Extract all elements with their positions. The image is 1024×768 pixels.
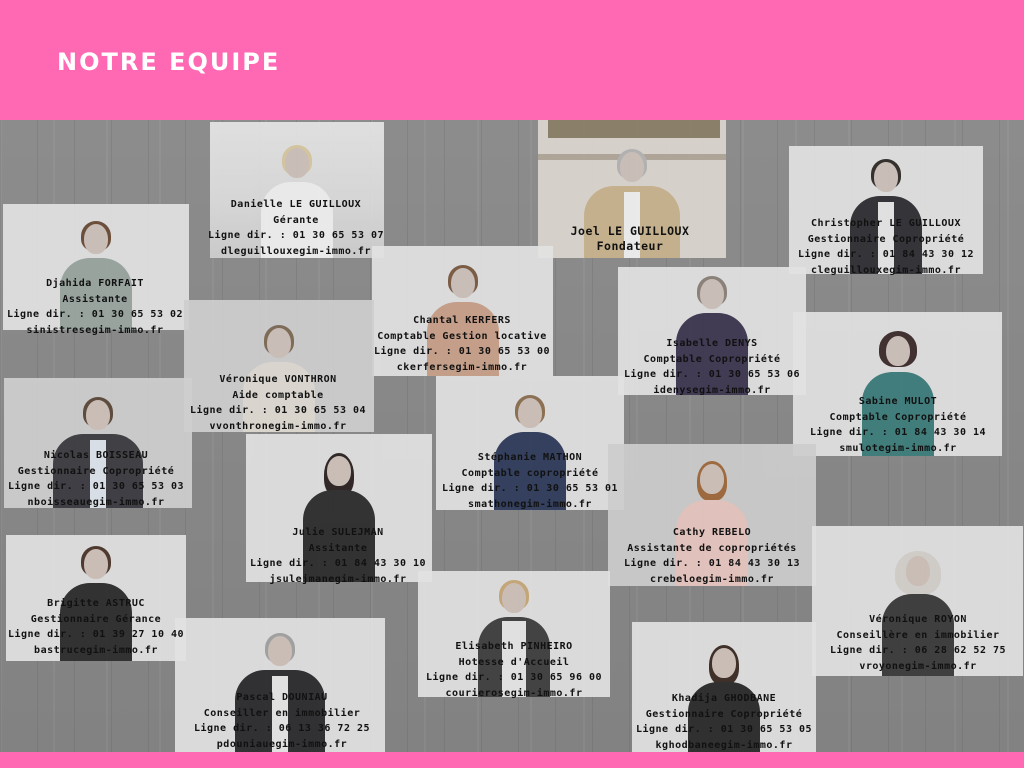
member-caption: Danielle LE GUILLOUX Gérante Ligne dir. … <box>208 197 384 259</box>
member-caption: Véronique ROYON Conseillère en immobilie… <box>830 612 1006 674</box>
member-name: Sabine MULOT <box>858 396 938 407</box>
member-name: Elisabeth PINHEIRO <box>455 641 573 652</box>
member-name: Christopher LE GUILLOUX <box>811 218 961 229</box>
member-caption: Djahida FORFAIT Assistante Ligne dir. : … <box>7 276 183 338</box>
member-caption: Véronique VONTHRON Aide comptable Ligne … <box>190 372 366 434</box>
member-name: Isabelle DENYS <box>666 338 758 349</box>
member-phone: Ligne dir. : 01 84 43 30 13 <box>623 558 801 569</box>
member-caption: Chantal KERFERS Comptable Gestion locati… <box>374 313 550 375</box>
member-caption: Isabelle DENYS Comptable Copropriété Lig… <box>624 336 800 398</box>
member-caption: Stéphanie MATHON Comptable copropriété L… <box>442 450 618 512</box>
member-phone: Ligne dir. : 01 84 43 30 12 <box>797 249 975 260</box>
member-role: Fondateur <box>596 239 664 253</box>
member-role: Assistante <box>62 293 128 305</box>
member-name: Brigitte ASTRUC <box>47 598 145 609</box>
member-role: Comptable Gestion locative <box>377 330 547 342</box>
member-email: kghodbaneegim-immo.fr <box>655 739 793 751</box>
member-phone: Ligne dir. : 01 30 65 53 03 <box>7 481 185 492</box>
member-email: bastrucegim-immo.fr <box>34 644 158 656</box>
member-caption: Elisabeth PINHEIRO Hotesse d'Accueil Lig… <box>426 639 602 701</box>
member-name: Véronique VONTHRON <box>219 374 337 385</box>
footer-bar <box>0 752 1024 768</box>
member-email: vvonthronegim-immo.fr <box>209 420 347 432</box>
member-name: Joel LE GUILLOUX <box>570 224 690 238</box>
member-email: vroyonegim-immo.fr <box>859 660 977 672</box>
member-email: ckerfersegim-immo.fr <box>396 361 528 373</box>
member-caption: Pascal DOUNIAU Conseiller en immobilier … <box>194 690 370 752</box>
member-role: Comptable Copropriété <box>643 353 781 365</box>
member-phone: Ligne dir. : 01 30 65 53 05 <box>635 724 813 735</box>
member-email: dleguillouxegim-immo.fr <box>221 245 371 257</box>
member-role: Gérante <box>273 214 319 226</box>
member-email: sinistresegim-immo.fr <box>26 324 164 336</box>
member-phone: Ligne dir. : 01 30 65 53 07 <box>207 230 385 241</box>
page-title: NOTRE EQUIPE <box>57 48 281 76</box>
member-name: Chantal KERFERS <box>413 315 511 326</box>
member-phone: Ligne dir. : 01 39 27 10 40 <box>7 629 185 640</box>
member-name: Véronique ROYON <box>869 614 967 625</box>
member-phone: Ligne dir. : 01 30 65 53 02 <box>6 309 184 320</box>
member-role: Aide comptable <box>232 389 324 401</box>
member-name: Khadija GHODBANE <box>671 693 777 704</box>
member-role: Conseillère en immobilier <box>836 629 1000 641</box>
member-phone: Ligne dir. : 06 28 62 52 75 <box>829 645 1007 656</box>
member-email: courierosegim-immo.fr <box>445 687 583 699</box>
member-email: idenysegim-immo.fr <box>653 384 771 396</box>
team-board: Danielle LE GUILLOUX Gérante Ligne dir. … <box>0 120 1024 752</box>
member-phone: Ligne dir. : 01 30 65 96 00 <box>425 672 603 683</box>
member-email: smathonegim-immo.fr <box>468 498 592 510</box>
header-banner: NOTRE EQUIPE <box>0 0 1024 120</box>
member-role: Gestionnaire Gérance <box>30 613 162 625</box>
member-phone: Ligne dir. : 01 30 65 53 06 <box>623 369 801 380</box>
member-email: pdouniauegim-immo.fr <box>216 738 348 750</box>
member-caption: Christopher LE GUILLOUX Gestionnaire Cop… <box>798 216 974 278</box>
member-caption: Khadija GHODBANE Gestionnaire Copropriét… <box>636 691 812 752</box>
member-caption: Julie SULEJMAN Assitante Ligne dir. : 01… <box>250 525 426 587</box>
member-role: Assistante de copropriétés <box>627 542 797 554</box>
member-phone: Ligne dir. : 01 30 65 53 00 <box>373 346 551 357</box>
member-caption: Brigitte ASTRUC Gestionnaire Gérance Lig… <box>8 596 184 658</box>
member-name: Djahida FORFAIT <box>46 278 144 289</box>
member-phone: Ligne dir. : 01 84 43 30 14 <box>809 427 987 438</box>
member-email: cleguillouxegim-immo.fr <box>811 264 961 276</box>
member-role: Gestionnaire Copropriété <box>645 708 803 720</box>
member-role: Conseiller en immobilier <box>203 707 361 719</box>
member-email: crebeloegim-immo.fr <box>650 573 774 585</box>
member-email: jsulejmanegim-immo.fr <box>269 573 407 585</box>
member-caption: Joel LE GUILLOUX Fondateur <box>571 224 690 254</box>
member-name: Danielle LE GUILLOUX <box>230 199 362 210</box>
member-name: Stéphanie MATHON <box>477 452 583 463</box>
member-name: Pascal DOUNIAU <box>236 692 328 703</box>
member-phone: Ligne dir. : 01 84 43 30 10 <box>249 558 427 569</box>
member-role: Hotesse d'Accueil <box>458 656 570 668</box>
member-name: Cathy REBELO <box>672 527 752 538</box>
member-phone: Ligne dir. : 06 13 36 72 25 <box>193 723 371 734</box>
member-role: Comptable copropriété <box>461 467 599 479</box>
member-name: Nicolas BOISSEAU <box>43 450 149 461</box>
member-role: Gestionnaire Copropriété <box>17 465 175 477</box>
member-caption: Sabine MULOT Comptable Copropriété Ligne… <box>810 394 986 456</box>
member-role: Assitante <box>308 542 368 554</box>
member-role: Comptable Copropriété <box>829 411 967 423</box>
member-phone: Ligne dir. : 01 30 65 53 01 <box>441 483 619 494</box>
member-caption: Cathy REBELO Assistante de copropriétés … <box>624 525 800 587</box>
member-role: Gestionnaire Copropriété <box>807 233 965 245</box>
member-phone: Ligne dir. : 01 30 65 53 04 <box>189 405 367 416</box>
member-email: nboisseauegim-immo.fr <box>27 496 165 508</box>
member-email: smulotegim-immo.fr <box>839 442 957 454</box>
member-name: Julie SULEJMAN <box>292 527 384 538</box>
member-caption: Nicolas BOISSEAU Gestionnaire Copropriét… <box>8 448 184 510</box>
